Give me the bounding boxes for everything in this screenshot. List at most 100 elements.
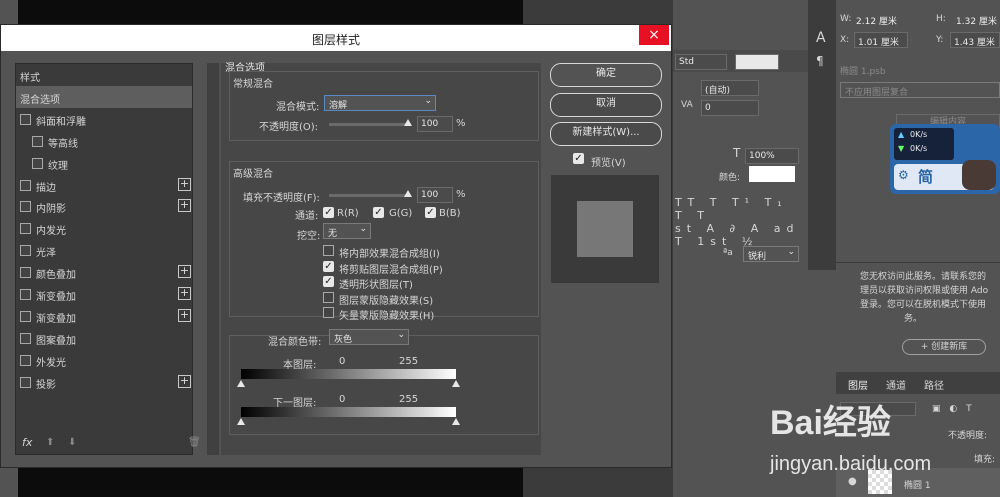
channel-b-checkbox[interactable]: ✓ xyxy=(425,207,436,218)
fx-menu-button[interactable]: fx xyxy=(22,436,32,449)
style-item-checkbox[interactable] xyxy=(20,201,31,213)
style-item-checkbox[interactable] xyxy=(20,179,31,191)
h-value[interactable]: 1.32 厘米 xyxy=(956,14,997,27)
advanced-option-checkbox[interactable]: ✓ xyxy=(323,276,334,287)
style-item-checkbox[interactable] xyxy=(20,310,31,322)
opacity-label: 不透明度(O): xyxy=(259,122,319,133)
tracking-field[interactable]: 0 xyxy=(701,100,759,116)
advanced-option-checkbox[interactable] xyxy=(323,307,334,318)
leading-field[interactable]: (自动) xyxy=(701,80,759,96)
style-item-label: 投影 xyxy=(36,379,56,391)
style-item[interactable]: 投影 + xyxy=(16,371,192,393)
advanced-option-checkbox[interactable] xyxy=(323,245,334,256)
add-effect-icon[interactable]: + xyxy=(178,308,191,322)
move-up-icon[interactable]: ⬆ xyxy=(46,437,54,448)
tab-layers[interactable]: 图层 xyxy=(848,377,868,392)
style-item[interactable]: 图案叠加 xyxy=(16,327,192,349)
fill-opacity-input[interactable]: 100 xyxy=(417,187,453,203)
style-item-checkbox[interactable] xyxy=(20,113,31,125)
opacity-slider-thumb[interactable] xyxy=(404,119,412,126)
channel-g-checkbox[interactable]: ✓ xyxy=(373,207,384,218)
fill-opacity-slider-thumb[interactable] xyxy=(404,190,412,197)
text-color-swatch[interactable] xyxy=(749,166,795,182)
x-value[interactable]: 1.01 厘米 xyxy=(854,32,908,48)
this-layer-white-thumb[interactable] xyxy=(452,380,460,387)
add-effect-icon[interactable]: + xyxy=(178,199,191,213)
create-library-button[interactable]: + 创建新库 xyxy=(902,339,986,355)
list-scrollbar[interactable] xyxy=(207,63,219,455)
opacity-input[interactable]: 100 xyxy=(417,116,453,132)
w-value[interactable]: 2.12 厘米 xyxy=(856,14,897,27)
layer-comp-dropdown[interactable]: 不应用图层复合 xyxy=(840,82,1000,98)
style-item-label: 混合选项 xyxy=(20,94,60,106)
vertical-scale-icon: T xyxy=(733,146,741,160)
antialias-dropdown[interactable]: 锐利 ⌄ xyxy=(743,246,799,262)
channel-g-label: G(G) xyxy=(389,208,413,219)
add-effect-icon[interactable]: + xyxy=(178,177,191,191)
advanced-option-label: 矢量蒙版隐藏效果(H) xyxy=(339,311,435,322)
notice-line-2: 理员以获取访问权限或使用 Ado xyxy=(860,286,989,296)
opacity-slider[interactable] xyxy=(329,123,411,126)
font-style-field[interactable]: Std xyxy=(675,54,727,70)
text-style-icons[interactable]: TT T T¹ T₁ T T xyxy=(675,196,808,222)
add-effect-icon[interactable]: + xyxy=(178,374,191,388)
style-item-checkbox[interactable] xyxy=(32,157,43,169)
ok-button[interactable]: 确定 xyxy=(550,63,662,87)
type-tool-icon[interactable]: A xyxy=(816,30,826,46)
font-color-swatch[interactable] xyxy=(735,54,779,70)
advanced-option-label: 图层蒙版隐藏效果(S) xyxy=(339,295,434,307)
this-layer-black-thumb[interactable] xyxy=(237,380,245,387)
network-speed-widget[interactable]: ▲ 0K/s ▼ 0K/s ⚙ 简 xyxy=(890,124,1000,194)
style-item[interactable]: 描边 + xyxy=(16,174,192,196)
style-item[interactable]: 内阴影 + xyxy=(16,195,192,217)
style-item-checkbox[interactable] xyxy=(20,354,31,366)
style-item[interactable]: 纹理 xyxy=(16,152,192,174)
visibility-eye-icon[interactable]: ● xyxy=(848,476,857,487)
advanced-option-checkbox[interactable]: ✓ xyxy=(323,260,334,272)
style-item[interactable]: 等高线 xyxy=(16,130,192,152)
filter-icons[interactable]: ▣ ◐ T xyxy=(932,404,975,414)
style-item[interactable]: 混合选项 xyxy=(16,85,192,108)
underlying-layer-black-thumb[interactable] xyxy=(237,418,245,425)
fill-opacity-slider[interactable] xyxy=(329,194,411,197)
knockout-dropdown[interactable]: 无 ⌄ xyxy=(323,223,371,239)
style-item-checkbox[interactable] xyxy=(20,332,31,344)
y-value[interactable]: 1.43 厘米 xyxy=(950,32,1000,48)
style-item-checkbox[interactable] xyxy=(20,223,31,235)
style-item-checkbox[interactable] xyxy=(20,245,31,257)
style-item[interactable]: 斜面和浮雕 xyxy=(16,108,192,130)
advanced-option-checkbox[interactable] xyxy=(323,291,334,303)
channel-r-checkbox[interactable]: ✓ xyxy=(323,207,334,218)
style-item-checkbox[interactable] xyxy=(20,289,31,300)
tab-paths[interactable]: 路径 xyxy=(924,377,944,392)
style-item[interactable]: 光泽 xyxy=(16,239,192,261)
blend-if-dropdown[interactable]: 灰色 ⌄ xyxy=(329,329,409,345)
vertical-scale-field[interactable]: 100% xyxy=(745,148,799,164)
layer-name[interactable]: 椭圆 1 xyxy=(904,478,931,491)
style-item[interactable]: 内发光 xyxy=(16,217,192,239)
underlying-layer-white-thumb[interactable] xyxy=(452,418,460,425)
add-effect-icon[interactable]: + xyxy=(178,287,191,300)
cancel-button[interactable]: 取消 xyxy=(550,93,662,117)
layers-fill-label: 填充: xyxy=(974,455,996,465)
tab-channels[interactable]: 通道 xyxy=(886,377,906,392)
style-item[interactable]: 颜色叠加 + xyxy=(16,261,192,283)
style-item[interactable]: 样式 xyxy=(16,64,192,86)
add-effect-icon[interactable]: + xyxy=(178,265,191,279)
style-item-checkbox[interactable] xyxy=(20,376,31,388)
paragraph-icon[interactable]: ¶ xyxy=(816,54,824,68)
preview-checkbox[interactable]: ✓ xyxy=(573,153,584,164)
close-button[interactable]: × xyxy=(639,25,669,45)
trash-icon[interactable]: 🗑 xyxy=(188,437,201,448)
move-down-icon[interactable]: ⬇ xyxy=(68,437,76,448)
style-item-checkbox[interactable] xyxy=(20,267,31,279)
blend-mode-dropdown[interactable]: 溶解 ⌄ xyxy=(324,95,436,111)
style-item-checkbox[interactable] xyxy=(32,135,43,147)
style-item[interactable]: 渐变叠加 + xyxy=(16,283,192,305)
style-item[interactable]: 渐变叠加 + xyxy=(16,305,192,327)
new-style-button[interactable]: 新建样式(W)... xyxy=(550,122,662,146)
style-item[interactable]: 外发光 xyxy=(16,349,192,371)
download-speed: 0K/s xyxy=(910,144,928,153)
opentype-icons[interactable]: st A ∂ A ad T 1st ½ xyxy=(675,222,808,248)
advanced-option-label: 将剪贴图层混合成组(P) xyxy=(339,264,443,276)
